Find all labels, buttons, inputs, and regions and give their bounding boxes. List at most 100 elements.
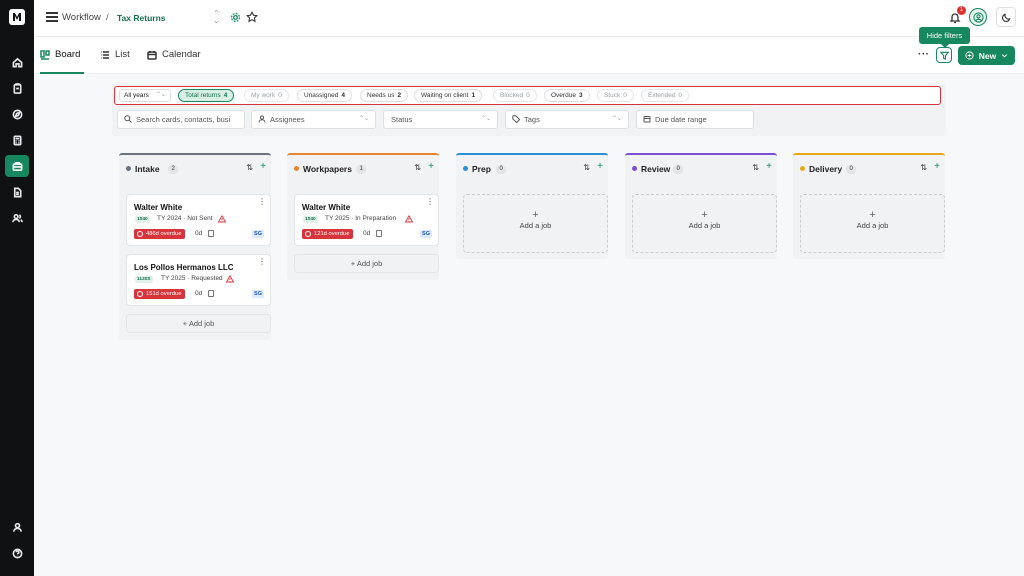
select-caret-icon: ⌃⌄ [358,116,369,122]
sort-icon[interactable]: ⇅ [246,163,253,172]
add-job-dropzone[interactable]: + Add a job [800,194,945,253]
plus-icon: + [532,209,539,221]
sort-icon[interactable]: ⇅ [752,163,759,172]
card-menu-icon[interactable]: ⋮ [426,198,434,206]
chip-label: Stuck [604,92,621,99]
chip-label: Blocked [500,92,524,99]
job-card[interactable]: Walter White ⋮ 1040 TY 2025 · In Prepara… [294,194,439,246]
card-menu-icon[interactable]: ⋮ [258,198,266,206]
theme-toggle-button[interactable] [996,7,1016,27]
warning-icon [218,215,226,223]
add-card-icon[interactable]: + [260,161,266,172]
add-job-button[interactable]: + Add job [294,254,439,273]
tab-list-label: List [115,49,130,60]
nav-home-icon[interactable] [7,52,27,72]
add-job-label: Add a job [688,221,721,230]
nav-calculator-icon[interactable] [7,130,27,150]
chip-needs-us[interactable]: Needs us 2 [360,89,409,102]
chip-extended[interactable]: Extended 0 [641,89,690,102]
add-card-icon[interactable]: + [597,161,603,172]
user-avatar[interactable] [969,8,987,26]
more-options-button[interactable]: ··· [918,49,930,60]
chevron-down-icon [1002,54,1008,58]
moon-icon [1001,12,1011,22]
add-card-icon[interactable]: + [766,161,772,172]
column-header: Review 0 ⇅ + [625,155,777,181]
card-age: 0d [195,290,203,297]
card-client-name: Walter White [134,203,183,212]
breadcrumb-workflow[interactable]: Workflow [62,12,101,23]
top-header: Workflow / Tax Returns ⌃ ⌄ 1 [34,0,1024,37]
overdue-text: 121d overdue [314,231,350,237]
column-title: Review [641,163,671,174]
nav-clipboard-icon[interactable] [7,78,27,98]
add-job-button[interactable]: + Add job [126,314,271,333]
nav-profile-icon[interactable] [7,517,27,537]
chip-label: Waiting on client [421,92,469,99]
chip-count: 4 [223,92,228,99]
add-job-label: Add job [188,319,215,328]
card-menu-icon[interactable]: ⋮ [258,258,266,266]
search-input[interactable]: Search cards, contacts, busi [117,110,245,129]
select-caret-icon: ⌃⌄ [480,116,491,122]
overdue-text: 151d overdue [146,291,182,297]
breadcrumb-current-page: Tax Returns [117,12,166,23]
job-card[interactable]: Los Pollos Hermanos LLC ⋮ 1120S TY 2025 … [126,254,271,306]
add-card-icon[interactable]: + [428,161,434,172]
card-age: 0d [363,230,371,237]
sort-icon[interactable]: ⇅ [920,163,927,172]
tab-calendar[interactable]: Calendar [147,49,201,60]
due-date-label: Due date range [655,115,707,124]
breadcrumb-separator: / [106,12,109,23]
settings-icon[interactable] [230,12,241,23]
favorite-star-icon[interactable] [246,11,258,23]
column-status-dot [800,166,805,171]
tab-board[interactable]: Board [40,49,80,60]
nav-workflow-icon[interactable] [5,155,29,177]
year-select-value: All years [124,92,149,99]
chip-count: 0 [623,92,627,99]
sort-icon[interactable]: ⇅ [414,163,421,172]
menu-icon[interactable] [46,12,58,24]
add-card-icon[interactable]: + [934,161,940,172]
chip-total-returns[interactable]: Total returns 4 [178,89,235,102]
job-card[interactable]: Walter White ⋮ 1040 TY 2024 · Not Sent 4… [126,194,271,246]
tab-board-label: Board [55,49,81,60]
add-job-label: Add a job [519,221,552,230]
add-job-dropzone[interactable]: + Add a job [632,194,777,253]
app-logo[interactable] [9,9,25,25]
calendar-icon [147,50,157,60]
chip-overdue[interactable]: Overdue 3 [544,89,590,102]
chip-label: Unassigned [304,92,339,99]
chip-blocked[interactable]: Blocked 0 [493,89,537,102]
status-filter[interactable]: Status ⌃⌄ [383,110,498,129]
clock-icon [305,231,311,237]
tab-calendar-label: Calendar [162,49,201,60]
sort-icon[interactable]: ⇅ [583,163,590,172]
logo-icon [13,13,21,21]
nav-compass-icon[interactable] [7,104,27,124]
document-icon [208,230,214,237]
chip-my-work[interactable]: My work 0 [244,89,289,102]
chip-label: Needs us [367,92,395,99]
new-button[interactable]: New [958,46,1015,65]
tab-list[interactable]: List [100,49,130,60]
chip-unassigned[interactable]: Unassigned 4 [297,89,352,102]
nav-contacts-icon[interactable] [7,208,27,228]
nav-document-icon[interactable] [7,182,27,202]
due-date-range-filter[interactable]: Due date range [636,110,754,129]
year-select[interactable]: All years ⌃⌄ [119,89,171,102]
clock-icon [137,291,143,297]
assignees-filter[interactable]: Assignees ⌃⌄ [251,110,376,129]
chip-label: Extended [648,92,676,99]
column-count-badge: 0 [496,165,507,174]
toggle-filters-button[interactable] [936,47,952,63]
chip-waiting-on-client[interactable]: Waiting on client 1 [414,89,483,102]
add-job-dropzone[interactable]: + Add a job [463,194,608,253]
nav-help-icon[interactable] [7,543,27,563]
column-title: Delivery [809,163,843,174]
chip-stuck[interactable]: Stuck 0 [597,89,634,102]
tags-filter[interactable]: Tags ⌃⌄ [505,110,629,129]
page-switcher-chevron-icon[interactable]: ⌃ ⌄ [213,10,220,25]
person-icon [258,115,266,123]
